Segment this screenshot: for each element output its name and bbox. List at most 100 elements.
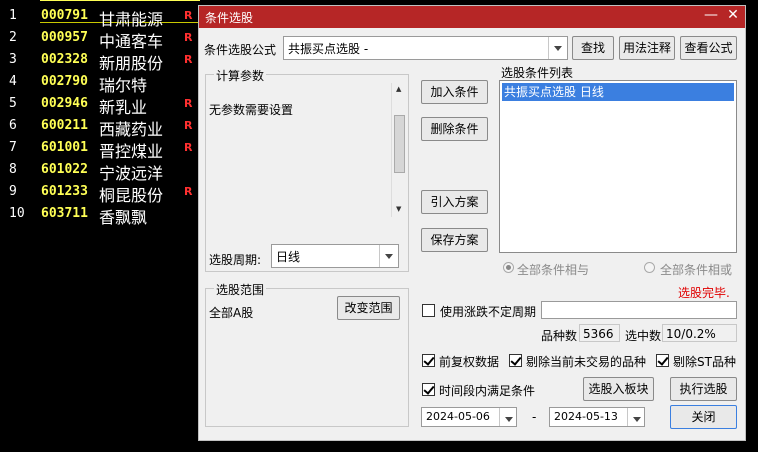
dialog-title: 条件选股	[205, 11, 254, 25]
save-plan-button[interactable]: 保存方案	[421, 228, 488, 252]
close-button[interactable]: 关闭	[670, 405, 737, 429]
row-index: 7	[9, 140, 17, 155]
date-separator: -	[532, 410, 537, 424]
scroll-up-icon[interactable]: ▲	[396, 85, 401, 93]
date-to-value: 2024-05-13	[554, 410, 618, 423]
row-index: 4	[9, 74, 17, 89]
stock-code: 002946	[41, 96, 88, 111]
condition-screening-dialog: 条件选股 — ✕ 条件选股公式 共振买点选股 - 查找 用法注释 查看公式 计算…	[198, 5, 746, 441]
import-plan-button[interactable]: 引入方案	[421, 190, 488, 214]
status-text: 选股完毕.	[678, 286, 730, 300]
margin-flag: R	[184, 97, 193, 110]
row-index: 6	[9, 118, 17, 133]
time-range-label: 时间段内满足条件	[439, 384, 536, 398]
range-group-title: 选股范围	[214, 281, 267, 298]
exclude-untraded-checkbox[interactable]	[509, 354, 522, 367]
usage-notes-button[interactable]: 用法注释	[619, 36, 675, 60]
close-icon[interactable]: ✕	[725, 7, 741, 23]
exclude-untraded-label: 剔除当前未交易的品种	[526, 355, 647, 369]
row-index: 10	[9, 206, 25, 221]
row-index: 2	[9, 30, 17, 45]
add-to-block-button[interactable]: 选股入板块	[583, 377, 654, 401]
range-value: 全部A股	[209, 306, 254, 320]
time-range-checkbox[interactable]	[422, 383, 435, 396]
stock-code: 601233	[41, 184, 88, 199]
condition-list-item[interactable]: 共振买点选股 日线	[502, 83, 734, 101]
stock-row[interactable]: 4 002790 瑞尔特	[0, 71, 200, 95]
scroll-down-icon[interactable]: ▼	[396, 205, 401, 213]
stock-name: 香飘飘	[99, 208, 148, 227]
stock-code: 002328	[41, 52, 88, 67]
stock-row[interactable]: 7 601001 晋控煤业 R	[0, 137, 200, 161]
stock-code: 603711	[41, 206, 88, 221]
stock-code: 000957	[41, 30, 88, 45]
params-group-title: 计算参数	[214, 67, 267, 84]
period-input[interactable]	[541, 301, 737, 319]
condition-list[interactable]: 共振买点选股 日线	[499, 80, 737, 253]
stock-row[interactable]: 8 601022 宁波远洋	[0, 159, 200, 183]
condition-list-label: 选股条件列表	[501, 66, 574, 80]
change-range-button[interactable]: 改变范围	[337, 296, 400, 320]
selected-field: 10/0.2%	[662, 324, 737, 342]
stock-code: 002790	[41, 74, 88, 89]
stock-row[interactable]: 1 000791 甘肃能源 R	[0, 5, 200, 29]
exclude-st-checkbox[interactable]	[656, 354, 669, 367]
stock-row[interactable]: 3 002328 新朋股份 R	[0, 49, 200, 73]
count-label: 品种数	[541, 329, 578, 343]
period-select[interactable]: 日线	[271, 244, 399, 268]
stock-row[interactable]: 5 002946 新乳业 R	[0, 93, 200, 117]
title-bar[interactable]: 条件选股 — ✕	[199, 6, 745, 28]
add-condition-button[interactable]: 加入条件	[421, 80, 488, 104]
stock-row[interactable]: 9 601233 桐昆股份 R	[0, 181, 200, 205]
margin-flag: R	[184, 185, 193, 198]
all-and-radio[interactable]	[503, 262, 514, 273]
stock-row[interactable]: 10 603711 香飘飘	[0, 203, 200, 227]
use-period-label: 使用涨跌不定周期	[440, 305, 537, 319]
selected-label: 选中数	[625, 329, 662, 343]
formula-label: 条件选股公式	[204, 43, 277, 57]
date-to-picker[interactable]: 2024-05-13	[549, 407, 645, 427]
period-label: 选股周期:	[209, 253, 262, 267]
period-value: 日线	[276, 250, 301, 264]
all-or-radio[interactable]	[644, 262, 655, 273]
row-index: 5	[9, 96, 17, 111]
minimize-icon[interactable]: —	[703, 7, 719, 23]
use-period-checkbox[interactable]	[422, 304, 435, 317]
delete-condition-button[interactable]: 删除条件	[421, 117, 488, 141]
view-formula-button[interactable]: 查看公式	[680, 36, 737, 60]
range-group: 选股范围 全部A股 改变范围	[205, 281, 409, 427]
stock-code: 600211	[41, 118, 88, 133]
stock-code: 601022	[41, 162, 88, 177]
all-or-label: 全部条件相或	[660, 263, 733, 277]
chevron-down-icon[interactable]	[499, 408, 516, 426]
margin-flag: R	[184, 119, 193, 132]
all-and-label: 全部条件相与	[517, 263, 590, 277]
stock-row[interactable]: 6 600211 西藏药业 R	[0, 115, 200, 139]
date-from-value: 2024-05-06	[426, 410, 490, 423]
stock-row[interactable]: 2 000957 中通客车 R	[0, 27, 200, 51]
fq-checkbox[interactable]	[422, 354, 435, 367]
fq-label: 前复权数据	[439, 355, 500, 369]
highlight-line	[40, 0, 200, 1]
row-index: 1	[9, 8, 17, 23]
count-value: 5366	[583, 327, 614, 341]
execute-screening-button[interactable]: 执行选股	[670, 377, 737, 401]
date-from-picker[interactable]: 2024-05-06	[421, 407, 517, 427]
chevron-down-icon[interactable]	[379, 245, 398, 267]
find-button[interactable]: 查找	[572, 36, 614, 60]
row-index: 8	[9, 162, 17, 177]
exclude-st-label: 剔除ST品种	[673, 355, 736, 369]
margin-flag: R	[184, 9, 193, 22]
chevron-down-icon[interactable]	[548, 37, 567, 59]
row-index: 3	[9, 52, 17, 67]
stock-list: 1 000791 甘肃能源 R 2 000957 中通客车 R 3 002328 新朋股份 R 4 002…	[0, 0, 200, 452]
params-scrollbar[interactable]: ▲ ▼	[391, 83, 407, 217]
selected-value: 10/0.2%	[666, 327, 716, 341]
stock-code: 601001	[41, 140, 88, 155]
margin-flag: R	[184, 53, 193, 66]
chevron-down-icon[interactable]	[627, 408, 644, 426]
formula-select[interactable]: 共振买点选股 -	[283, 36, 568, 60]
scroll-thumb[interactable]	[394, 115, 405, 173]
params-text: 无参数需要设置	[209, 103, 294, 117]
margin-flag: R	[184, 31, 193, 44]
